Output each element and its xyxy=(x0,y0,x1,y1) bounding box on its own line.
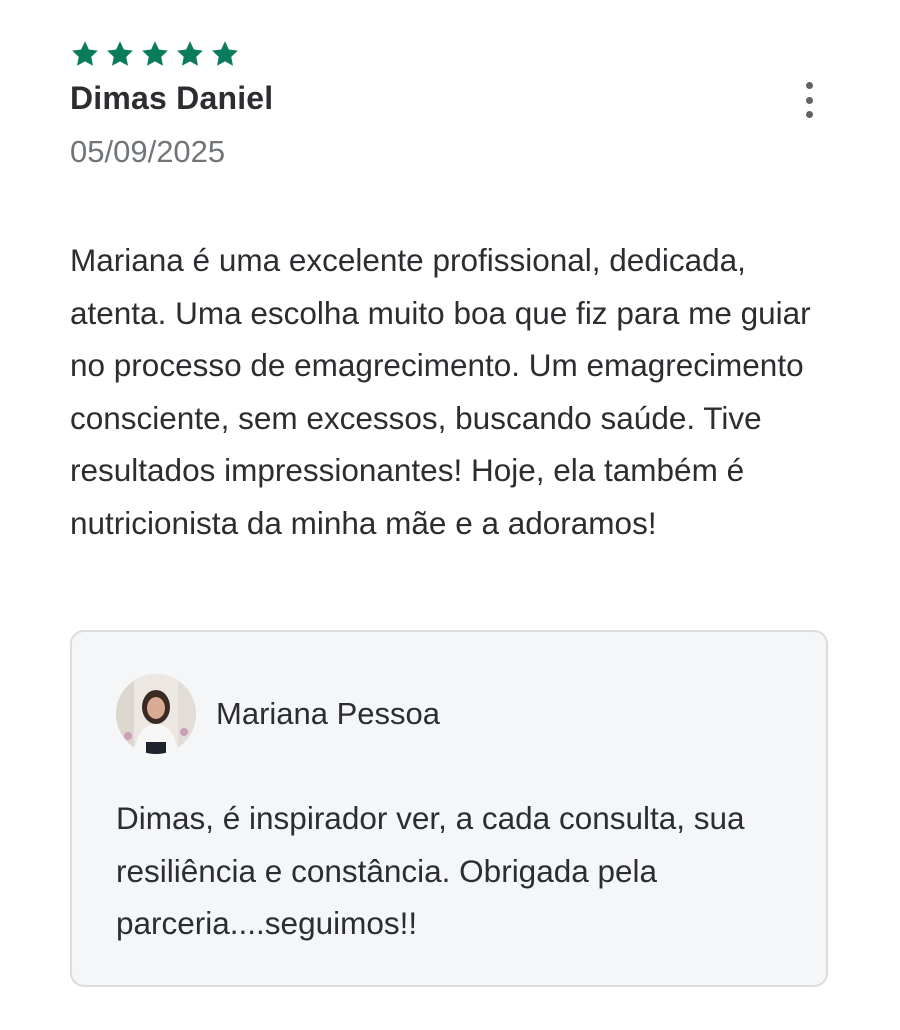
more-dot xyxy=(805,96,813,104)
review-card: Dimas Daniel 05/09/2025 Mariana é uma ex… xyxy=(70,38,830,541)
review-text: Mariana é uma excelente profissional, de… xyxy=(70,242,811,541)
star-icon xyxy=(105,39,135,69)
star-icon xyxy=(140,39,170,69)
more-dot xyxy=(805,82,813,89)
star-icon xyxy=(175,39,205,69)
reviewer-name: Dimas Daniel xyxy=(70,80,274,116)
avatar xyxy=(116,674,196,754)
owner-reply-card: Mariana Pessoa Dimas, é inspirador ver, … xyxy=(70,630,828,987)
star-icon xyxy=(210,39,240,69)
reply-author-name: Mariana Pessoa xyxy=(216,696,441,731)
reply-text: Dimas, é inspirador ver, a cada consulta… xyxy=(116,800,745,941)
review-date: 05/09/2025 xyxy=(70,134,226,169)
more-dot xyxy=(805,111,813,118)
star-rating xyxy=(70,38,830,70)
star-icon xyxy=(70,39,100,69)
more-vert-icon[interactable] xyxy=(798,82,820,118)
